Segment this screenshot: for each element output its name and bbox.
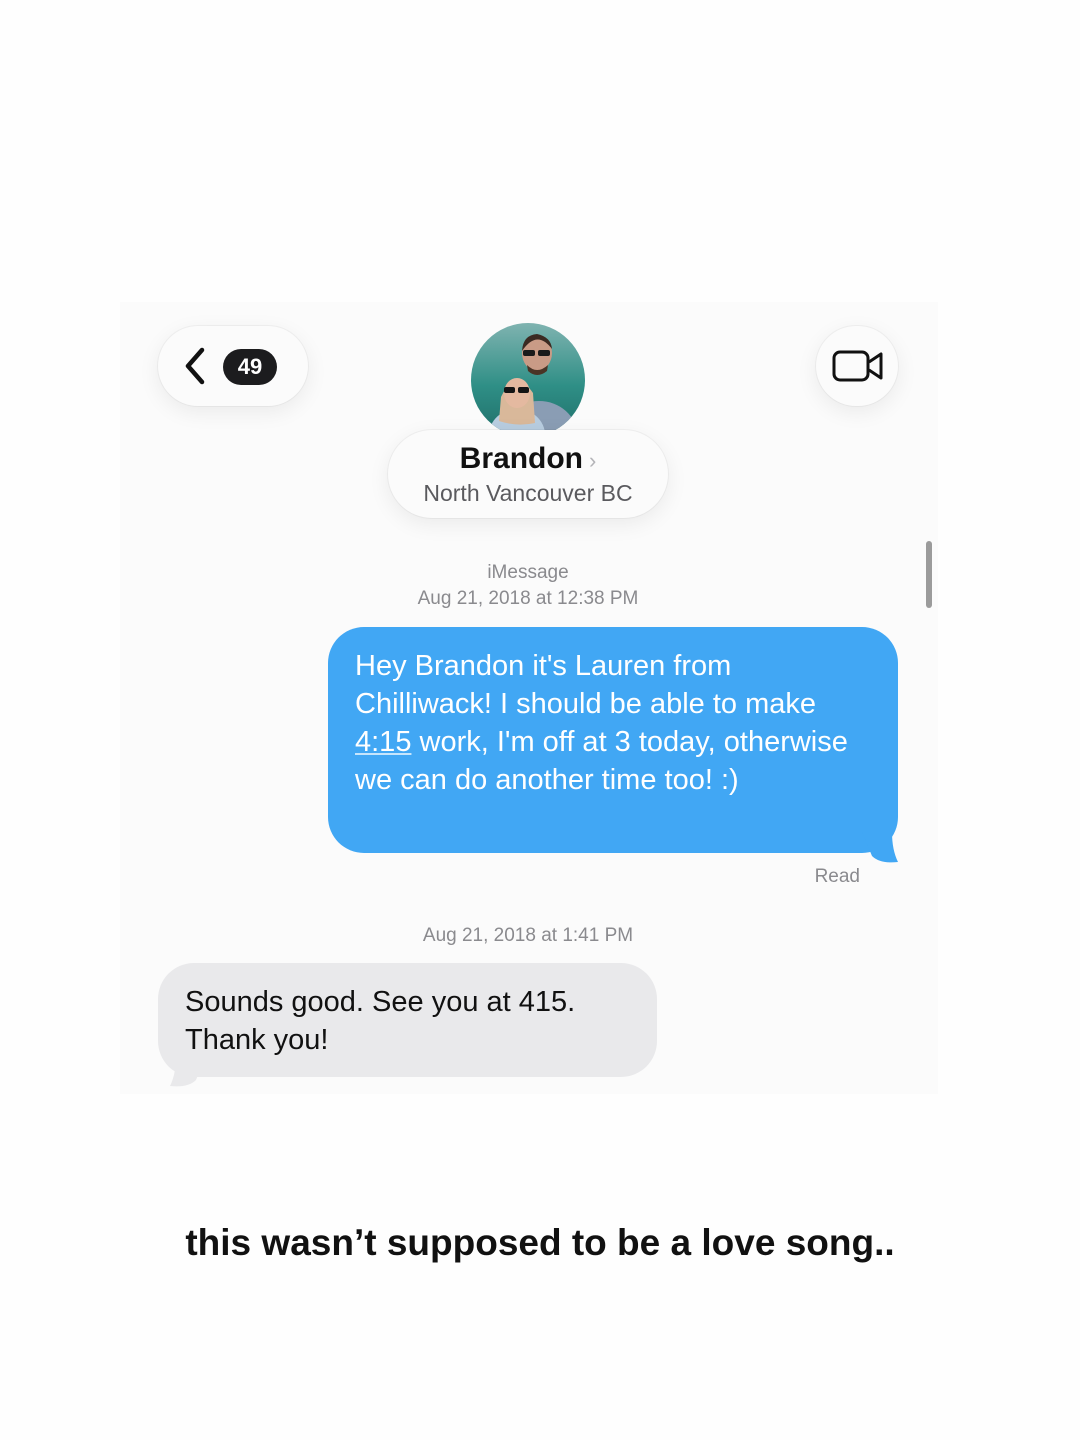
outgoing-text-part: work, I'm off at 3 today, otherwise we c… [355,726,848,796]
outgoing-bubble-tail [862,832,898,863]
message-timestamp: Aug 21, 2018 at 1:41 PM [422,925,634,946]
service-label: iMessage [487,562,569,583]
contact-name-text: Brandon [459,442,583,475]
contact-name: Brandon › [388,442,668,476]
time-link[interactable]: 4:15 [355,726,411,758]
avatar-photo [471,323,585,437]
message-timestamp: Aug 21, 2018 at 12:38 PM [417,588,639,609]
video-camera-icon [832,350,883,382]
video-caption: this wasn’t supposed to be a love song.. [185,1222,895,1263]
facetime-video-button[interactable] [816,326,898,406]
chevron-left-icon [185,347,205,385]
incoming-message-bubble[interactable]: Sounds good. See you at 415. Thank you! [158,963,657,1077]
contact-avatar[interactable] [471,323,585,437]
outgoing-message-bubble[interactable]: Hey Brandon it's Lauren from Chilliwack!… [328,627,898,853]
contact-subtitle: North Vancouver BC [423,480,633,506]
contact-info-button[interactable]: Brandon › North Vancouver BC [388,430,668,518]
chevron-right-icon: › [589,448,597,473]
outgoing-text-part: Hey Brandon it's Lauren from Chilliwack!… [355,650,817,720]
scrollbar-thumb[interactable] [926,541,932,608]
unread-count-badge: 49 [223,349,277,385]
read-receipt: Read [814,866,860,887]
incoming-bubble-tail [170,1056,206,1087]
